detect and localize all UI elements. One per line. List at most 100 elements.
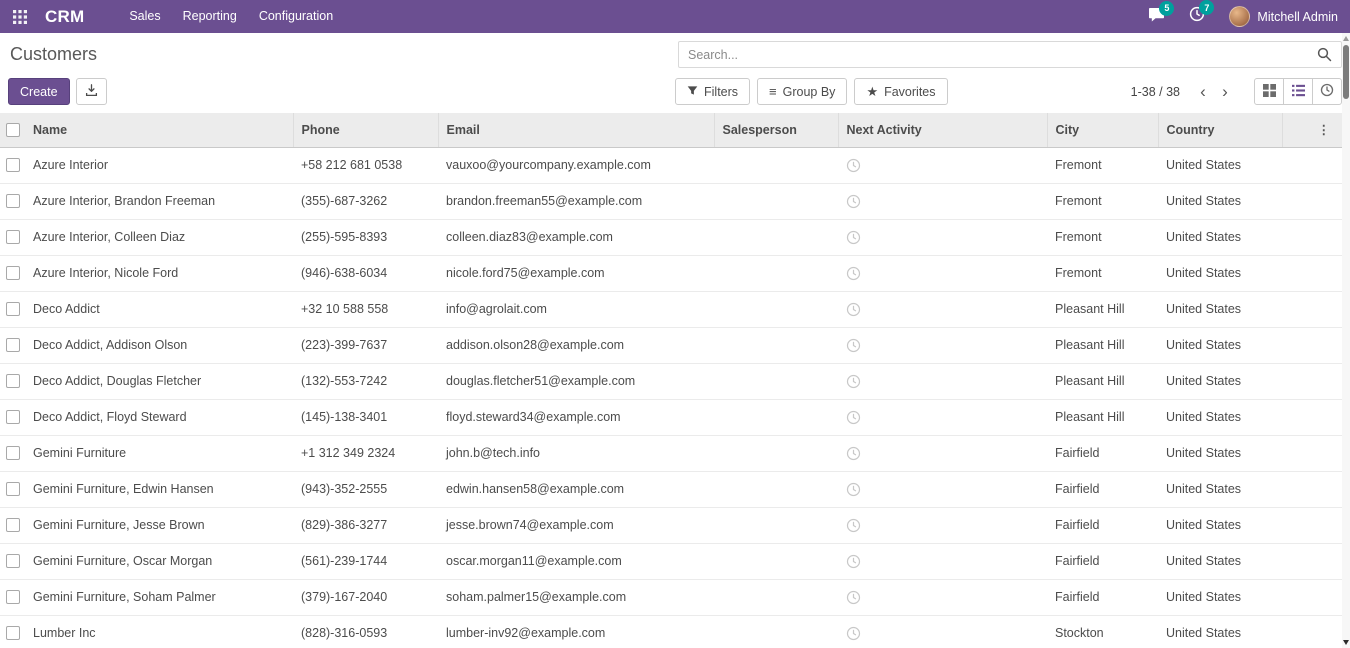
table-row[interactable]: Deco Addict, Addison Olson (223)-399-763… — [0, 327, 1342, 363]
scrollbar-thumb[interactable] — [1343, 45, 1349, 99]
search-icon[interactable] — [1308, 47, 1341, 62]
export-button[interactable] — [76, 78, 107, 105]
apps-menu-icon[interactable] — [8, 5, 32, 29]
cell-next-activity — [838, 471, 1047, 507]
app-brand[interactable]: CRM — [45, 7, 84, 27]
row-select-cell — [0, 255, 25, 291]
cell-next-activity — [838, 435, 1047, 471]
cell-phone: (355)-687-3262 — [293, 183, 438, 219]
row-checkbox[interactable] — [6, 482, 20, 496]
cell-next-activity — [838, 363, 1047, 399]
row-checkbox[interactable] — [6, 518, 20, 532]
list-view-button-active[interactable] — [1283, 78, 1313, 105]
table-row[interactable]: Azure Interior, Colleen Diaz (255)-595-8… — [0, 219, 1342, 255]
next-activity-clock-icon[interactable] — [846, 302, 861, 317]
column-header-phone[interactable]: Phone — [293, 113, 438, 147]
column-header-city[interactable]: City — [1047, 113, 1158, 147]
column-header-email[interactable]: Email — [438, 113, 714, 147]
table-row[interactable]: Azure Interior +58 212 681 0538 vauxoo@y… — [0, 147, 1342, 183]
row-checkbox[interactable] — [6, 158, 20, 172]
kanban-view-button[interactable] — [1254, 78, 1284, 105]
table-row[interactable]: Gemini Furniture, Edwin Hansen (943)-352… — [0, 471, 1342, 507]
next-activity-clock-icon[interactable] — [846, 158, 861, 173]
row-checkbox[interactable] — [6, 338, 20, 352]
star-icon: ★ — [866, 84, 878, 100]
row-checkbox[interactable] — [6, 302, 20, 316]
column-header-salesperson[interactable]: Salesperson — [714, 113, 838, 147]
column-header-name[interactable]: Name — [25, 113, 293, 147]
next-activity-clock-icon[interactable] — [846, 194, 861, 209]
cell-name: Azure Interior — [25, 147, 293, 183]
next-activity-clock-icon[interactable] — [846, 230, 861, 245]
next-activity-clock-icon[interactable] — [846, 554, 861, 569]
table-row[interactable]: Azure Interior, Nicole Ford (946)-638-60… — [0, 255, 1342, 291]
row-checkbox[interactable] — [6, 194, 20, 208]
user-menu[interactable]: Mitchell Admin — [1229, 6, 1338, 27]
column-header-country[interactable]: Country — [1158, 113, 1282, 147]
row-select-cell — [0, 507, 25, 543]
vertical-scrollbar[interactable] — [1342, 33, 1350, 648]
table-row[interactable]: Gemini Furniture, Oscar Morgan (561)-239… — [0, 543, 1342, 579]
favorites-button[interactable]: ★ Favorites — [854, 78, 947, 105]
pager-previous-button[interactable]: ‹ — [1192, 79, 1214, 104]
cell-filler — [1282, 219, 1342, 255]
scroll-down-icon[interactable] — [1343, 640, 1349, 645]
table-row[interactable]: Gemini Furniture, Soham Palmer (379)-167… — [0, 579, 1342, 615]
cell-email: vauxoo@yourcompany.example.com — [438, 147, 714, 183]
next-activity-clock-icon[interactable] — [846, 410, 861, 425]
group-by-button[interactable]: ≡ Group By — [757, 78, 847, 105]
filters-button[interactable]: Filters — [675, 78, 750, 105]
cell-email: lumber-inv92@example.com — [438, 615, 714, 648]
create-button[interactable]: Create — [8, 78, 70, 105]
table-row[interactable]: Deco Addict +32 10 588 558 info@agrolait… — [0, 291, 1342, 327]
row-checkbox[interactable] — [6, 374, 20, 388]
next-activity-clock-icon[interactable] — [846, 338, 861, 353]
cell-city: Fairfield — [1047, 507, 1158, 543]
menu-reporting[interactable]: Reporting — [172, 0, 248, 33]
row-checkbox[interactable] — [6, 230, 20, 244]
next-activity-clock-icon[interactable] — [846, 518, 861, 533]
select-all-checkbox[interactable] — [6, 123, 20, 137]
search-input[interactable] — [679, 48, 1308, 62]
scroll-up-icon[interactable] — [1343, 36, 1349, 41]
row-checkbox[interactable] — [6, 266, 20, 280]
row-checkbox[interactable] — [6, 554, 20, 568]
view-switcher — [1254, 78, 1342, 105]
next-activity-clock-icon[interactable] — [846, 626, 861, 641]
cell-city: Fairfield — [1047, 579, 1158, 615]
next-activity-clock-icon[interactable] — [846, 482, 861, 497]
menu-configuration[interactable]: Configuration — [248, 0, 344, 33]
next-activity-clock-icon[interactable] — [846, 446, 861, 461]
next-activity-clock-icon[interactable] — [846, 266, 861, 281]
cell-salesperson — [714, 147, 838, 183]
cell-email: john.b@tech.info — [438, 435, 714, 471]
column-header-next-activity[interactable]: Next Activity — [838, 113, 1047, 147]
row-checkbox[interactable] — [6, 446, 20, 460]
row-select-cell — [0, 147, 25, 183]
column-options-icon[interactable]: ⋮ — [1282, 113, 1342, 147]
next-activity-clock-icon[interactable] — [846, 590, 861, 605]
cell-country: United States — [1158, 615, 1282, 648]
table-row[interactable]: Lumber Inc (828)-316-0593 lumber-inv92@e… — [0, 615, 1342, 648]
table-row[interactable]: Gemini Furniture, Jesse Brown (829)-386-… — [0, 507, 1342, 543]
cell-name: Deco Addict — [25, 291, 293, 327]
cell-name: Gemini Furniture — [25, 435, 293, 471]
cell-filler — [1282, 399, 1342, 435]
table-row[interactable]: Deco Addict, Douglas Fletcher (132)-553-… — [0, 363, 1342, 399]
cell-filler — [1282, 183, 1342, 219]
messages-button[interactable]: 5 — [1148, 7, 1165, 27]
pager-next-button[interactable]: › — [1214, 79, 1236, 104]
cell-filler — [1282, 471, 1342, 507]
activities-button[interactable]: 7 — [1189, 6, 1205, 27]
row-checkbox[interactable] — [6, 410, 20, 424]
activity-view-button[interactable] — [1312, 78, 1342, 105]
row-checkbox[interactable] — [6, 626, 20, 640]
table-row[interactable]: Azure Interior, Brandon Freeman (355)-68… — [0, 183, 1342, 219]
table-row[interactable]: Gemini Furniture +1 312 349 2324 john.b@… — [0, 435, 1342, 471]
table-row[interactable]: Deco Addict, Floyd Steward (145)-138-340… — [0, 399, 1342, 435]
cell-email: colleen.diaz83@example.com — [438, 219, 714, 255]
menu-sales[interactable]: Sales — [118, 0, 171, 33]
row-select-cell — [0, 327, 25, 363]
row-checkbox[interactable] — [6, 590, 20, 604]
next-activity-clock-icon[interactable] — [846, 374, 861, 389]
